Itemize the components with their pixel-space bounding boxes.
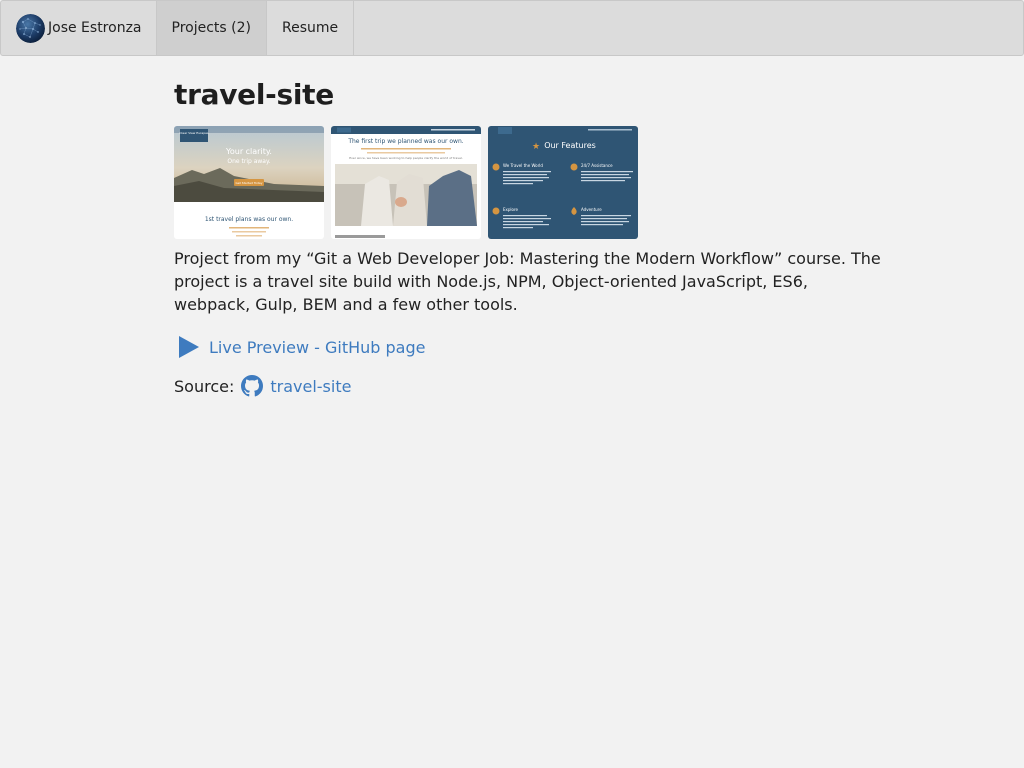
screenshot-first-trip[interactable]: The first trip we planned was our own. E… bbox=[331, 126, 481, 239]
screenshot-logo: Clear View Escapes bbox=[179, 131, 209, 135]
screenshot-caption: Ever since, we have been working to help… bbox=[349, 156, 463, 160]
nav-item-projects[interactable]: Projects (2) bbox=[156, 1, 267, 55]
live-preview: Live Preview - GitHub page bbox=[174, 332, 884, 362]
screenshot-headline: The first trip we planned was our own. bbox=[347, 138, 463, 145]
project-title: travel-site bbox=[174, 78, 334, 111]
play-icon[interactable] bbox=[177, 334, 201, 360]
nav-item-resume[interactable]: Resume bbox=[267, 1, 355, 55]
screenshot-headline: Your clarity. bbox=[225, 147, 272, 156]
live-preview-link[interactable]: Live Preview - GitHub page bbox=[209, 338, 425, 357]
screenshot-footer: 1st travel plans was our own. bbox=[205, 216, 293, 223]
navbar: Jose Estronza Projects (2) Resume bbox=[0, 0, 1024, 56]
screenshot-gallery: Clear View Escapes Your clarity. One tri… bbox=[174, 126, 884, 239]
project-card: travel-site Clear View Escapes Your clar… bbox=[174, 78, 884, 398]
project-description: Project from my “Git a Web Developer Job… bbox=[174, 249, 881, 314]
feature-title: We Travel the World bbox=[503, 163, 543, 168]
feature-title: Adventure bbox=[581, 207, 602, 212]
github-icon[interactable] bbox=[241, 375, 264, 397]
star-icon: ★ bbox=[532, 142, 540, 152]
feature-title: 24/7 Assistance bbox=[581, 163, 613, 168]
screenshot-heading: Our Features bbox=[544, 141, 596, 150]
brand-name: Jose Estronza bbox=[48, 20, 142, 36]
avatar bbox=[16, 13, 45, 43]
feature-title: Explore bbox=[503, 207, 519, 212]
source-row: Source: travel-site bbox=[174, 374, 884, 398]
screenshot-hero[interactable]: Clear View Escapes Your clarity. One tri… bbox=[174, 126, 324, 239]
brand-link[interactable]: Jose Estronza bbox=[1, 1, 157, 55]
screenshot-features[interactable]: ★ Our Features We Travel the World 24/7 … bbox=[488, 126, 638, 239]
screenshot-subline: One trip away. bbox=[227, 158, 270, 165]
screenshot-button: Get Started Today bbox=[235, 181, 262, 185]
source-repo-link[interactable]: travel-site bbox=[270, 377, 351, 396]
source-label: Source: bbox=[174, 376, 235, 396]
